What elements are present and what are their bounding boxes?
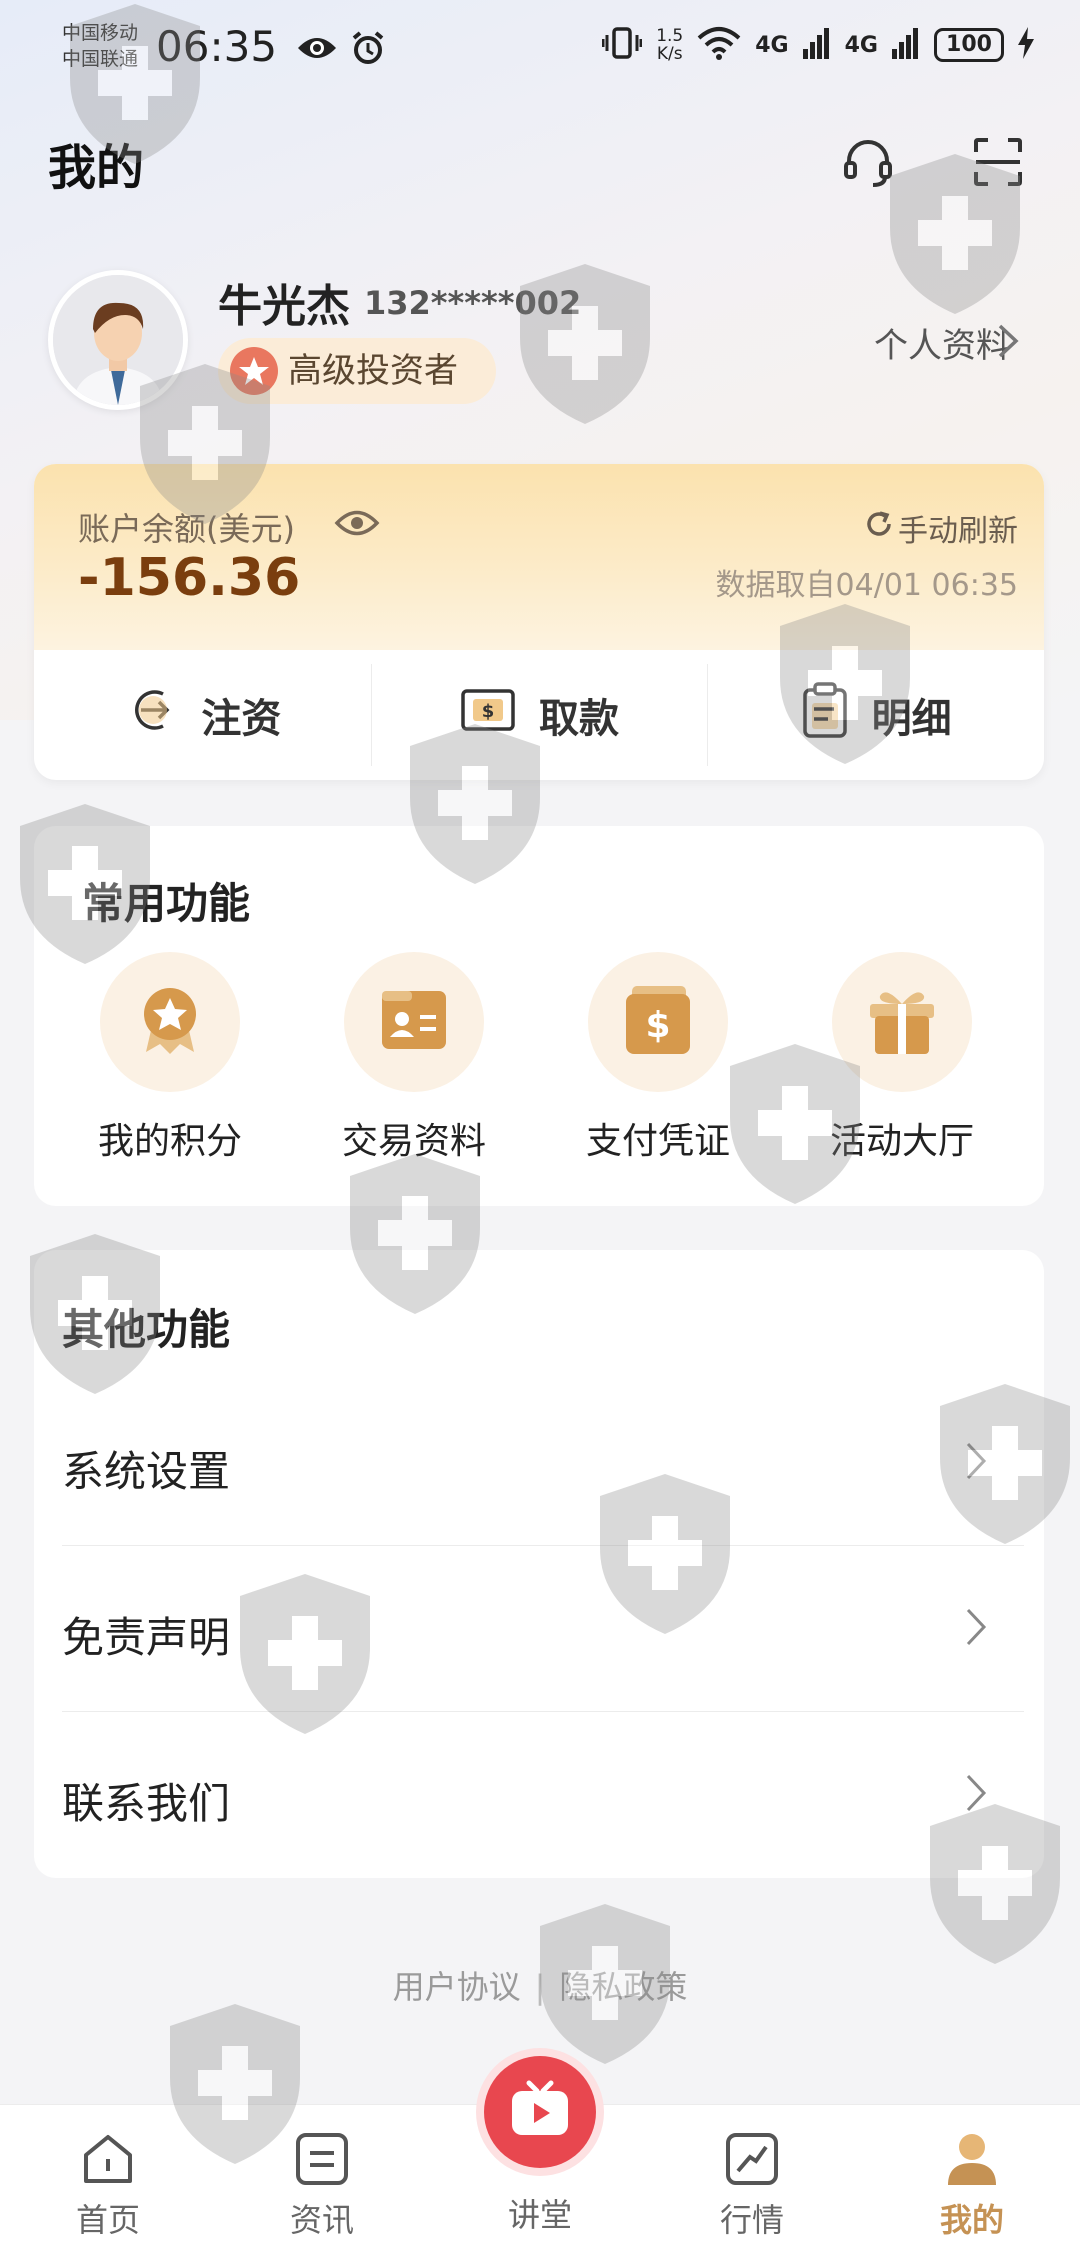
status-right-icons: 1.5 K/s 4G 4G 100 — [601, 26, 1034, 64]
refresh-icon — [864, 509, 894, 547]
eye-toggle-icon[interactable] — [334, 506, 380, 544]
menu-row-contact-us[interactable]: 联系我们 — [62, 1712, 1024, 1878]
refresh-label: 手动刷新 — [898, 514, 1018, 549]
details-button[interactable]: 明细 — [707, 650, 1044, 780]
user-phone: 132*****002 — [364, 284, 582, 322]
vibrate-icon — [601, 26, 643, 64]
menu-row-system-settings[interactable]: 系统设置 — [62, 1380, 1024, 1546]
status-left-icons — [296, 30, 386, 70]
menu-row-disclaimer[interactable]: 免责声明 — [62, 1546, 1024, 1712]
carrier-2: 中国联通 — [62, 48, 139, 70]
tab-label: 行情 — [719, 2201, 784, 2239]
other-functions-title: 其他功能 — [62, 1305, 231, 1354]
refresh-button[interactable]: 手动刷新 — [864, 506, 1018, 550]
func-my-points[interactable]: 我的积分 — [60, 952, 280, 1164]
withdraw-button[interactable]: $ 取款 — [370, 650, 708, 780]
data-time: 数据取自04/01 06:35 — [715, 568, 1018, 603]
headset-icon[interactable] — [838, 132, 898, 192]
common-functions-title: 常用功能 — [82, 879, 251, 928]
id-card-icon — [376, 987, 452, 1057]
signal-1-label: 4G — [755, 32, 789, 58]
tab-label: 讲堂 — [507, 2196, 572, 2234]
net-speed: 1.5 K/s — [656, 27, 683, 63]
news-icon — [290, 2127, 354, 2191]
net-speed-value: 1.5 — [656, 26, 684, 46]
func-activity-hall[interactable]: 活动大厅 — [792, 952, 1012, 1164]
avatar[interactable] — [48, 270, 188, 410]
tab-mine[interactable]: 我的 — [902, 2127, 1042, 2241]
carrier-1: 中国移动 — [62, 22, 139, 44]
tab-label: 我的 — [939, 2201, 1004, 2239]
chevron-right-icon — [964, 1606, 988, 1652]
level-label: 高级投资者 — [288, 351, 458, 391]
signal-bars-icon — [892, 27, 920, 63]
level-badge: 高级投资者 — [218, 338, 496, 404]
user-name: 牛光杰 — [218, 281, 350, 332]
details-label: 明细 — [871, 696, 952, 742]
chevron-right-icon — [964, 1440, 988, 1486]
alarm-icon — [350, 30, 386, 70]
account-actions: 注资 $ 取款 明细 — [34, 650, 1044, 780]
gift-icon — [864, 982, 940, 1062]
tv-play-icon — [507, 2079, 573, 2145]
footer-separator: | — [534, 1968, 546, 2006]
battery-level: 100 — [934, 28, 1004, 62]
deposit-button[interactable]: 注资 — [34, 650, 371, 780]
charging-icon — [1018, 27, 1034, 63]
func-label: 交易资料 — [341, 1121, 486, 1162]
tab-news[interactable]: 资讯 — [252, 2127, 392, 2241]
svg-text:$: $ — [482, 701, 495, 722]
dollar-receipt-icon: $ — [622, 982, 694, 1062]
points-medal-icon — [132, 982, 208, 1062]
func-label: 我的积分 — [97, 1121, 242, 1162]
balance-value: -156.36 — [78, 548, 301, 608]
market-chart-icon — [720, 2127, 784, 2191]
withdraw-label: 取款 — [539, 696, 619, 742]
deposit-label: 注资 — [201, 696, 282, 742]
tab-lecture-button[interactable] — [484, 2056, 596, 2168]
user-agreement-link[interactable]: 用户协议 — [393, 1968, 521, 2006]
status-time: 06:35 — [156, 22, 278, 71]
page-title: 我的 — [48, 140, 145, 196]
func-trade-info[interactable]: 交易资料 — [304, 952, 524, 1164]
func-payment-proof[interactable]: $ 支付凭证 — [548, 952, 768, 1164]
net-speed-unit: K/s — [656, 44, 683, 64]
scan-icon[interactable] — [968, 132, 1028, 192]
privacy-policy-link[interactable]: 隐私政策 — [559, 1968, 687, 2006]
func-label: 支付凭证 — [585, 1121, 730, 1162]
func-label: 活动大厅 — [829, 1121, 974, 1162]
withdraw-icon: $ — [459, 685, 517, 745]
account-card: 账户余额(美元) -156.36 手动刷新 数据取自04/01 06:35 注资… — [34, 464, 1044, 780]
account-balance-panel: 账户余额(美元) -156.36 手动刷新 数据取自04/01 06:35 — [34, 464, 1044, 650]
tab-label: 首页 — [75, 2201, 140, 2239]
other-functions-card: 其他功能 系统设置 免责声明 联系我们 — [34, 1250, 1044, 1878]
eye-icon — [296, 34, 338, 66]
home-icon — [76, 2127, 140, 2191]
svg-text:$: $ — [645, 1005, 670, 1046]
footer-links: 用户协议 | 隐私政策 — [0, 1962, 1080, 2008]
chevron-right-icon — [964, 1772, 988, 1818]
signal-bars-icon — [802, 27, 831, 63]
clipboard-icon — [800, 681, 850, 749]
common-functions-card: 常用功能 我的积分 交易资料 $ 支付凭证 活动大厅 — [34, 826, 1044, 1206]
status-bar: 中国移动 中国联通 06:35 1.5 K/s 4G 4G 100 — [0, 0, 1080, 100]
row-label: 系统设置 — [62, 1447, 231, 1496]
tab-label: 资讯 — [289, 2201, 354, 2239]
chevron-right-icon[interactable] — [996, 322, 1020, 364]
person-icon — [940, 2127, 1004, 2191]
tab-market[interactable]: 行情 — [682, 2127, 822, 2241]
carrier-info: 中国移动 中国联通 — [62, 20, 138, 72]
row-label: 联系我们 — [62, 1779, 231, 1828]
signal-2-label: 4G — [844, 32, 878, 58]
tab-home[interactable]: 首页 — [38, 2127, 178, 2241]
deposit-icon — [123, 682, 179, 748]
star-icon — [230, 347, 278, 395]
row-label: 免责声明 — [62, 1613, 231, 1662]
wifi-icon — [697, 26, 741, 64]
profile-link[interactable]: 个人资料 — [874, 318, 1010, 367]
balance-label: 账户余额(美元) — [78, 510, 295, 548]
